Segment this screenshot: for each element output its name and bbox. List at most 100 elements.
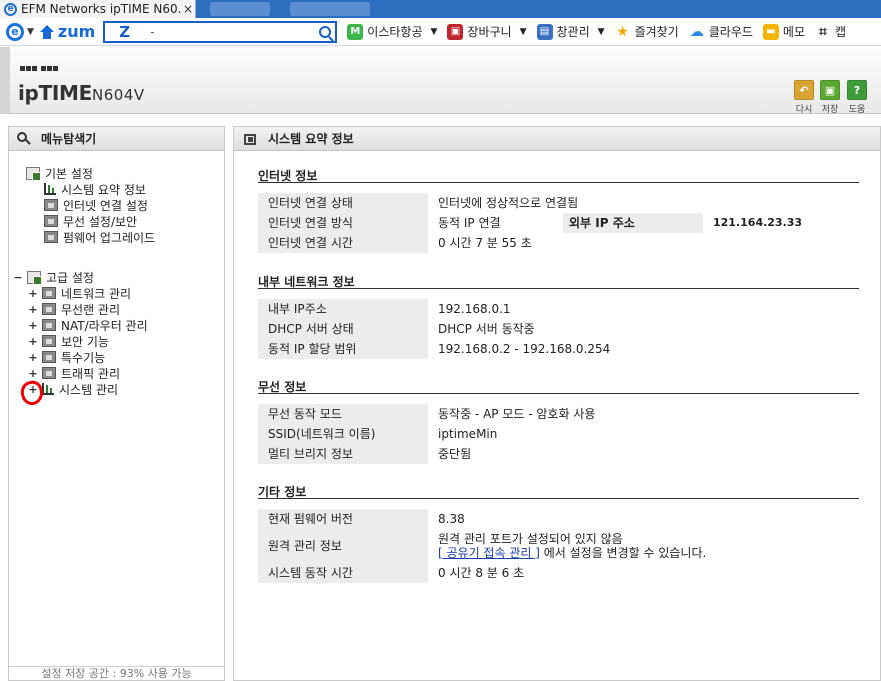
bookmark-bar: M 이스타항공 ▼ ▣ 장바구니 ▼ ▤ 창관리 ▼ ★ 즐겨찾기 ☁ 클라우드 ▬ 메모 ⌗ 캡 (337, 23, 846, 40)
tree-item[interactable]: 무선 설정/보안 (44, 213, 137, 229)
browser-tab[interactable]: e EFM Networks ipTIME N60... × (0, 0, 196, 18)
cloud-icon: ☁ (689, 23, 704, 40)
menu-explorer-title: 메뉴탐색기 (41, 132, 97, 146)
bookmark-label: 메모 (782, 25, 805, 39)
magnifier-icon (17, 131, 31, 146)
tree-label: 인터넷 연결 설정 (63, 198, 148, 213)
chevron-down-icon[interactable]: ▼ (431, 27, 438, 37)
row-label: 시스템 동작 시간 (258, 562, 428, 583)
row-label: 인터넷 연결 방식 (258, 212, 428, 233)
row-value: 0 시간 7 분 55 초 (438, 236, 532, 250)
tree-item[interactable]: + 무선랜 관리 (28, 301, 120, 317)
save-button[interactable]: ▣ 저장 (819, 80, 841, 115)
ie-icon: e (4, 2, 17, 16)
bookmark-item[interactable]: ▣ 장바구니 ▼ (447, 23, 527, 40)
tab-close-icon[interactable]: × (181, 2, 195, 16)
router-header: ipTIMEN604V ↶ 다시 ▣ 저장? 도움 (0, 47, 881, 115)
tree-item[interactable]: + 보안 기능 (28, 333, 109, 349)
info-row: 동적 IP 할당 범위 192.168.0.2 - 192.168.0.254 (258, 338, 859, 359)
help-button[interactable]: ? 도움 (846, 80, 868, 115)
router-access-link[interactable]: [ 공유기 접속 관리 ] (438, 546, 540, 560)
browser-toolbar: e ▼ zum Z - M 이스타항공 ▼ ▣ 장바구니 ▼ ▤ 창관리 ▼ ★ 즐겨찾기 ☁ 클라우드… (0, 18, 881, 46)
button-label: 저장 (821, 105, 839, 115)
info-row: 내부 IP주소 192.168.0.1 (258, 298, 859, 319)
row-value: 인터넷에 정상적으로 연결됨 (438, 196, 579, 210)
info-row: DHCP 서버 상태 DHCP 서버 동작중 (258, 318, 859, 339)
blurred-tab[interactable] (290, 2, 370, 16)
traffic-icon (42, 367, 56, 379)
search-icon[interactable] (319, 25, 332, 38)
info-row: 무선 동작 모드 동작중 - AP 모드 - 암호화 사용 (258, 403, 859, 424)
expand-icon[interactable]: + (28, 303, 38, 316)
tree-label: 시스템 관리 (59, 382, 119, 397)
undo-button[interactable]: ↶ 다시 (793, 80, 815, 115)
info-row: 멀티 브리지 정보 중단됨 (258, 443, 859, 464)
row-label: 멀티 브리지 정보 (258, 443, 428, 464)
ie-logo-icon[interactable]: e (6, 22, 24, 41)
network-icon (42, 287, 56, 299)
chevron-down-icon[interactable]: ▼ (520, 27, 527, 37)
button-label: 도움 (848, 105, 866, 115)
bookmark-item[interactable]: ▤ 창관리 ▼ (536, 23, 605, 40)
row-label: SSID(네트워크 이름) (258, 423, 428, 444)
bookmark-item[interactable]: M 이스타항공 ▼ (347, 23, 437, 40)
bookmark-label: 클라우드 (708, 25, 753, 39)
star-icon: ★ (616, 23, 629, 40)
tree-advanced-settings[interactable]: − 고급 설정 (13, 269, 94, 285)
row-value: iptimeMin (438, 426, 498, 441)
bookmark-item[interactable]: ☁ 클라우드 (689, 23, 753, 40)
wireless-info-section: 무선 정보 무선 동작 모드 동작중 - AP 모드 - 암호화 사용 SSID… (258, 378, 859, 464)
blurred-tab[interactable] (210, 2, 270, 16)
chart-icon (44, 183, 56, 195)
etc-info-section: 기타 정보 현재 펌웨어 버전 8.38 원격 관리 정보 원격 관리 포트가 … (258, 483, 859, 583)
bookmark-item[interactable]: ▬ 메모 (762, 23, 805, 40)
expand-icon[interactable]: + (28, 367, 38, 380)
bookmark-item[interactable]: ★ 즐겨찾기 (615, 23, 678, 40)
chevron-down-icon[interactable]: ▼ (27, 27, 34, 37)
tree-label: 고급 설정 (46, 270, 94, 285)
browser-tab-bar: e EFM Networks ipTIME N60... × (0, 0, 881, 18)
external-ip-value: 121.164.23.33 (713, 216, 803, 229)
internet-info-section: 인터넷 정보 인터넷 연결 상태 인터넷에 정상적으로 연결됨 인터넷 연결 방… (258, 167, 859, 253)
tree-item[interactable]: + 트래픽 관리 (28, 365, 120, 381)
expand-icon[interactable]: + (28, 287, 38, 300)
expand-icon[interactable]: + (28, 351, 38, 364)
wireless-icon (42, 303, 56, 315)
tree-label: 무선 설정/보안 (63, 214, 138, 229)
bookmark-label: 장바구니 (467, 25, 512, 39)
undo-icon: ↶ (794, 80, 814, 100)
remote-hint: 에서 설정을 변경할 수 있습니다. (539, 545, 707, 560)
zum-home-button[interactable]: zum (39, 22, 95, 41)
info-row: 인터넷 연결 시간 0 시간 7 분 55 초 (258, 232, 859, 253)
upgrade-icon (44, 231, 58, 243)
tree-label: 기본 설정 (45, 166, 93, 181)
row-value: 192.168.0.1 (438, 301, 511, 316)
expand-icon[interactable]: + (28, 319, 38, 332)
info-row: 인터넷 연결 방식 동적 IP 연결 외부 IP 주소 121.164.23.3… (258, 212, 859, 233)
chevron-down-icon[interactable]: ▼ (598, 27, 605, 37)
tree-item[interactable]: + NAT/라우터 관리 (28, 317, 147, 333)
tree-item[interactable]: 펌웨어 업그레이드 (44, 229, 155, 245)
window-icon: ▤ (536, 23, 553, 40)
home-icon (39, 24, 54, 39)
info-row: 현재 펌웨어 버전 8.38 (258, 508, 859, 529)
expand-icon[interactable]: + (28, 335, 38, 348)
info-row: 시스템 동작 시간 0 시간 8 분 6 초 (258, 562, 859, 583)
main-panel: 시스템 요약 정보 인터넷 정보 인터넷 연결 상태 인터넷에 정상적으로 연결… (233, 126, 881, 681)
folder-settings-icon (26, 166, 41, 181)
search-box[interactable]: Z - (103, 20, 338, 43)
bookmark-item[interactable]: ⌗ 캡 (815, 23, 846, 40)
tree-basic-settings[interactable]: 기본 설정 (26, 165, 93, 181)
window-icon (244, 132, 258, 146)
row-label: 내부 IP주소 (258, 298, 428, 319)
search-input[interactable]: - (130, 25, 319, 39)
logo-dots-icon (20, 61, 64, 73)
search-engine-logo: Z (119, 22, 131, 41)
memo-icon: ▬ (762, 23, 779, 40)
tree-item[interactable]: 인터넷 연결 설정 (44, 197, 148, 213)
tree-item[interactable]: + 네트워크 관리 (28, 285, 131, 301)
tree-item[interactable]: 시스템 요약 정보 (44, 181, 146, 197)
router-icon (42, 319, 56, 331)
tree-item[interactable]: + 특수기능 (28, 349, 105, 365)
collapse-icon[interactable]: − (13, 271, 23, 284)
